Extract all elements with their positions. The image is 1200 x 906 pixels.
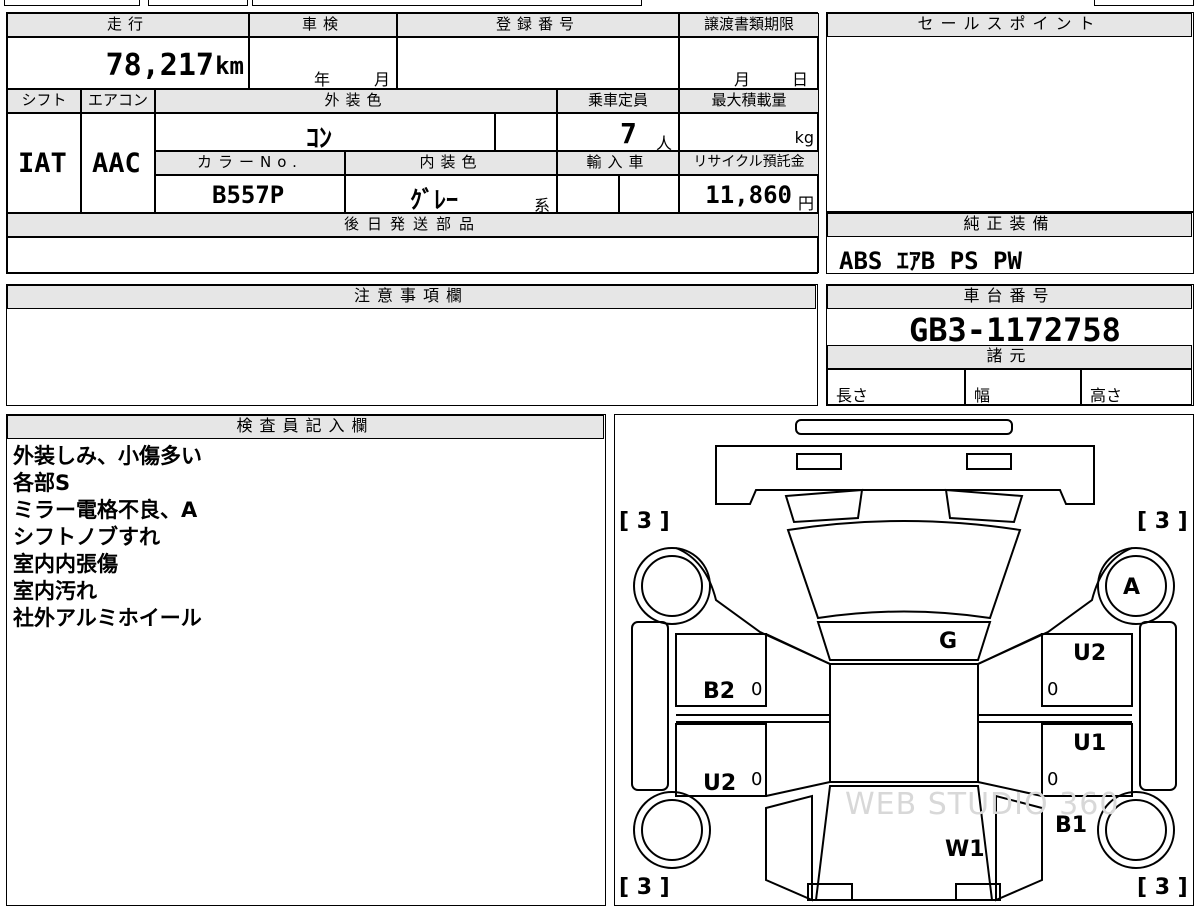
registration-label: 登録番号 bbox=[397, 13, 679, 37]
inspector-notes: 外装しみ、小傷多い 各部S ミラー電格不良、A シフトノブすれ 室内内張傷 室内… bbox=[13, 443, 593, 632]
tire-tr-label: [ 3 ] bbox=[1137, 509, 1188, 534]
color-no-label: カラーNo. bbox=[155, 151, 345, 175]
import-cell-a bbox=[557, 175, 619, 213]
mileage-cell: 78,217 km bbox=[7, 37, 249, 89]
tire-tl-label: [ 3 ] bbox=[619, 509, 670, 534]
inspection-cell: 年 月 bbox=[249, 37, 397, 89]
mileage-label: 走行 bbox=[7, 13, 249, 37]
zero-mark: 0 bbox=[751, 679, 763, 700]
aircon-value: AAC bbox=[92, 148, 141, 179]
max-load-unit: kg bbox=[794, 128, 814, 147]
dimensions-label: 諸元 bbox=[827, 345, 1192, 369]
import-cell-b bbox=[619, 175, 679, 213]
zero-mark: 0 bbox=[751, 769, 763, 790]
color-no-cell: B557P bbox=[155, 175, 345, 213]
recycle-unit: 円 bbox=[797, 194, 814, 213]
exterior-color-cell: ｺﾝ bbox=[155, 113, 495, 154]
inspector-label: 検査員記入欄 bbox=[7, 415, 604, 439]
sales-point-box: セールスポイント bbox=[826, 12, 1194, 212]
mileage-value: 78,217 bbox=[105, 48, 214, 83]
shift-value: IAT bbox=[18, 148, 67, 179]
later-parts-value bbox=[7, 237, 819, 273]
height-label: 高さ bbox=[1090, 386, 1123, 405]
mark-u2-left: U2 bbox=[703, 771, 737, 796]
notes-box: 注意事項欄 bbox=[6, 284, 818, 406]
length-label: 長さ bbox=[836, 386, 869, 405]
equipment-box: 純正装備 ABS ｴｱB PS PW bbox=[826, 212, 1194, 275]
mark-u1: U1 bbox=[1073, 731, 1107, 756]
inspector-line: 社外アルミホイール bbox=[13, 606, 202, 630]
length-cell: 長さ bbox=[827, 369, 965, 405]
deadline-day-unit: 日 bbox=[792, 70, 809, 89]
car-diagram: [ 3 ] [ 3 ] [ 3 ] [ 3 ] A G U2 B2 0 0 U1… bbox=[614, 414, 1194, 906]
mark-u2-right: U2 bbox=[1073, 641, 1107, 666]
mark-a: A bbox=[1123, 575, 1141, 600]
car-outline bbox=[630, 418, 1177, 902]
deadline-month-unit: 月 bbox=[734, 70, 751, 89]
chassis-box: 車台番号 GB3-1172758 諸元 長さ 幅 高さ bbox=[826, 284, 1194, 406]
transfer-deadline-cell: 月 日 bbox=[679, 37, 819, 89]
capacity-label: 乗車定員 bbox=[557, 89, 679, 113]
interior-color-cell: ｸﾞﾚｰ 系 bbox=[345, 175, 557, 215]
equipment-label: 純正装備 bbox=[827, 213, 1192, 237]
mileage-unit: km bbox=[215, 52, 244, 80]
inspector-line: 各部S bbox=[13, 471, 71, 495]
watermark: WEB STUDIO 360 bbox=[845, 787, 1120, 822]
inspector-line: 外装しみ、小傷多い bbox=[13, 444, 202, 468]
zero-mark: 0 bbox=[1047, 679, 1059, 700]
shift-label: シフト bbox=[7, 89, 81, 113]
height-cell: 高さ bbox=[1081, 369, 1192, 405]
exterior-color-value: ｺﾝ bbox=[306, 124, 333, 154]
capacity-value: 7 bbox=[620, 117, 637, 150]
recycle-value: 11,860 bbox=[705, 181, 792, 209]
exterior-color-extra bbox=[495, 113, 557, 151]
width-cell: 幅 bbox=[965, 369, 1081, 405]
mark-g: G bbox=[939, 629, 958, 654]
inspector-line: ミラー電格不良、A bbox=[13, 498, 198, 522]
inspector-line: 室内内張傷 bbox=[13, 552, 118, 576]
inspector-line: 室内汚れ bbox=[13, 579, 97, 603]
max-load-label: 最大積載量 bbox=[679, 89, 819, 113]
mark-w1: W1 bbox=[945, 837, 985, 862]
notes-label: 注意事項欄 bbox=[7, 285, 816, 309]
equipment-value: ABS ｴｱB PS PW bbox=[839, 247, 1022, 275]
top-strip bbox=[0, 0, 1200, 8]
shift-cell: IAT bbox=[7, 113, 81, 213]
exterior-color-label: 外装色 bbox=[155, 89, 557, 113]
inspection-label: 車検 bbox=[249, 13, 397, 37]
import-label: 輸入車 bbox=[557, 151, 679, 175]
transfer-deadline-label: 譲渡書類期限 bbox=[679, 13, 819, 37]
color-no-value: B557P bbox=[212, 181, 285, 209]
tire-br-label: [ 3 ] bbox=[1137, 875, 1188, 900]
width-label: 幅 bbox=[974, 386, 991, 405]
chassis-value: GB3-1172758 bbox=[909, 311, 1121, 349]
spec-table: 走行 車検 登録番号 譲渡書類期限 78,217 km 年 月 月 日 シフト … bbox=[6, 12, 819, 274]
max-load-cell: kg bbox=[679, 113, 819, 151]
aircon-cell: AAC bbox=[81, 113, 155, 213]
capacity-cell: 7 人 bbox=[557, 113, 679, 153]
inspection-month-unit: 月 bbox=[374, 70, 391, 89]
recycle-cell: 11,860 円 bbox=[679, 175, 819, 213]
recycle-label: リサイクル預託金 bbox=[679, 151, 819, 175]
registration-value bbox=[397, 37, 679, 89]
chassis-label: 車台番号 bbox=[827, 285, 1192, 309]
interior-color-value: ｸﾞﾚｰ bbox=[410, 186, 458, 214]
inspector-box: 検査員記入欄 外装しみ、小傷多い 各部S ミラー電格不良、A シフトノブすれ 室… bbox=[6, 414, 606, 906]
interior-color-label: 内装色 bbox=[345, 151, 557, 175]
inspection-year-unit: 年 bbox=[314, 70, 331, 89]
aircon-label: エアコン bbox=[81, 89, 155, 113]
inspector-line: シフトノブすれ bbox=[13, 525, 160, 549]
later-parts-label: 後日発送部品 bbox=[7, 213, 819, 237]
tire-bl-label: [ 3 ] bbox=[619, 875, 670, 900]
mark-b2: B2 bbox=[703, 679, 736, 704]
sales-point-label: セールスポイント bbox=[827, 13, 1192, 37]
